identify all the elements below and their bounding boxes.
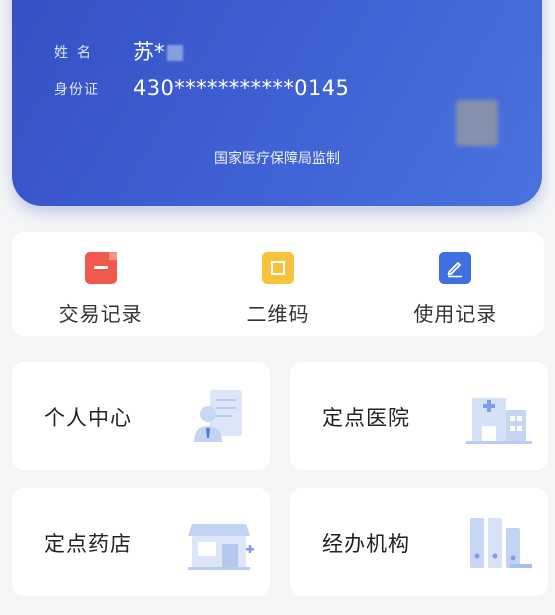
qr-code-icon <box>261 252 294 284</box>
designated-hospital-label: 定点医院 <box>322 406 410 430</box>
pharmacy-icon <box>188 524 254 570</box>
qr-code-label: 二维码 <box>246 302 310 326</box>
agency-icon <box>470 518 532 568</box>
personal-center-label: 个人中心 <box>44 406 132 430</box>
transaction-records-label: 交易记录 <box>58 302 143 326</box>
id-label: 身份证 <box>54 82 99 98</box>
id-number: 430***********0145 <box>133 76 350 100</box>
transaction-records-button[interactable]: 交易记录 <box>12 232 189 336</box>
blurred-qr-code <box>456 100 498 146</box>
document-icon <box>84 252 117 284</box>
usage-records-label: 使用记录 <box>413 302 498 326</box>
designated-pharmacy-label: 定点药店 <box>44 532 132 556</box>
hospital-icon <box>466 398 532 444</box>
edit-icon <box>439 252 472 284</box>
name-value: 苏* <box>133 36 183 66</box>
insurance-card[interactable]: 姓名 身份证 苏* 430***********0145 国家医疗保障局监制 <box>12 0 542 206</box>
redacted-blur <box>166 45 183 61</box>
personal-center-icon <box>194 390 242 442</box>
usage-records-button[interactable]: 使用记录 <box>367 232 544 336</box>
personal-center-tile[interactable]: 个人中心 <box>12 362 270 470</box>
qr-code-button[interactable]: 二维码 <box>189 232 366 336</box>
agency-label: 经办机构 <box>322 532 410 556</box>
agency-tile[interactable]: 经办机构 <box>290 488 548 596</box>
designated-hospital-tile[interactable]: 定点医院 <box>290 362 548 470</box>
name-label: 姓名 <box>54 45 100 61</box>
supervised-by-text: 国家医疗保障局监制 <box>214 151 340 167</box>
designated-pharmacy-tile[interactable]: 定点药店 <box>12 488 270 596</box>
action-bar: 交易记录 二维码 使用记录 <box>12 232 544 336</box>
